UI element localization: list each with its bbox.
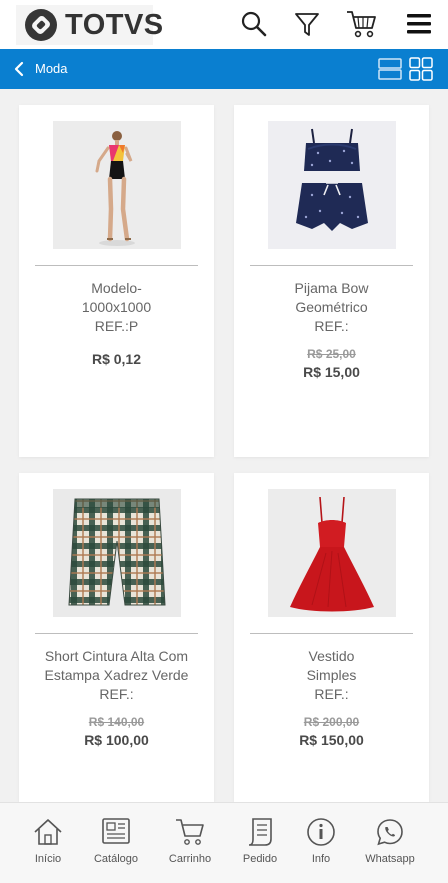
- logo-text: TOTVS: [65, 8, 164, 41]
- filter-icon[interactable]: [290, 7, 324, 41]
- product-name-line: Modelo-: [91, 280, 142, 296]
- product-price: R$ 150,00: [299, 732, 364, 748]
- product-name-line: Short Cintura Alta Com: [44, 648, 189, 664]
- product-name-line: Estampa Xadrez Verde: [44, 667, 189, 683]
- product-name-line: Vestido: [308, 648, 355, 664]
- product-price: R$ 100,00: [84, 732, 149, 748]
- card-divider: [250, 265, 413, 266]
- grid-view-icon[interactable]: [409, 57, 433, 81]
- home-icon: [34, 819, 62, 845]
- tab-info[interactable]: Info: [284, 817, 358, 873]
- product-name[interactable]: Vestido Simples REF.:: [244, 647, 419, 704]
- totvs-logo[interactable]: TOTVS: [16, 5, 163, 45]
- product-image-plaid-shorts[interactable]: [53, 489, 181, 617]
- product-card[interactable]: Short Cintura Alta Com Estampa Xadrez Ve…: [19, 473, 214, 802]
- product-image-pajama[interactable]: [268, 121, 396, 249]
- product-card[interactable]: Pijama Bow Geométrico REF.: R$ 25,00 R$ …: [234, 105, 429, 457]
- product-card[interactable]: Modelo- 1000x1000 REF.:P R$ 0,12: [19, 105, 214, 457]
- menu-icon[interactable]: [402, 7, 436, 41]
- tab-label: Pedido: [242, 853, 278, 865]
- tab-label: Início: [34, 853, 62, 865]
- tab-catalogo[interactable]: Catálogo: [79, 817, 153, 873]
- product-ref: REF.:: [314, 686, 349, 702]
- category-title: Moda: [35, 61, 68, 76]
- tab-label: Info: [311, 853, 331, 865]
- product-price: R$ 15,00: [303, 364, 360, 380]
- tab-label: Carrinho: [168, 853, 212, 865]
- catalog-icon: [102, 818, 130, 844]
- product-old-price: R$ 200,00: [303, 715, 360, 729]
- order-icon: [248, 818, 272, 846]
- search-icon[interactable]: [237, 7, 271, 41]
- category-bar: Moda: [0, 49, 448, 89]
- card-divider: [250, 633, 413, 634]
- product-ref: REF.:P: [94, 318, 139, 334]
- whatsapp-icon: [377, 819, 403, 846]
- product-card[interactable]: Vestido Simples REF.: R$ 200,00 R$ 150,0…: [234, 473, 429, 802]
- list-view-icon[interactable]: [378, 57, 402, 81]
- tab-whatsapp[interactable]: Whatsapp: [353, 817, 427, 873]
- product-name-line: Simples: [306, 667, 357, 683]
- tab-label: Whatsapp: [365, 853, 415, 865]
- info-icon: [307, 818, 335, 846]
- product-name[interactable]: Modelo- 1000x1000 REF.:P: [29, 279, 204, 336]
- product-price: R$ 0,12: [91, 351, 142, 367]
- product-ref: REF.:: [99, 686, 134, 702]
- totvs-logo-mark: [24, 8, 58, 42]
- tab-inicio[interactable]: Início: [11, 817, 85, 873]
- card-divider: [35, 265, 198, 266]
- back-arrow-icon[interactable]: [9, 59, 29, 79]
- product-old-price: R$ 25,00: [307, 347, 356, 361]
- card-divider: [35, 633, 198, 634]
- product-name-line: 1000x1000: [81, 299, 152, 315]
- tab-carrinho[interactable]: Carrinho: [153, 817, 227, 873]
- tab-label: Catálogo: [93, 853, 139, 865]
- cart-icon: [176, 819, 204, 845]
- product-name-line: Geométrico: [295, 299, 368, 315]
- product-name[interactable]: Short Cintura Alta Com Estampa Xadrez Ve…: [29, 647, 204, 704]
- product-image-red-dress[interactable]: [268, 489, 396, 617]
- cart-icon[interactable]: [345, 7, 379, 41]
- product-ref: REF.:: [314, 318, 349, 334]
- bottom-navigation: Início Catálogo Carrinho Pedido Info Wha…: [0, 802, 448, 883]
- product-image-swimsuit[interactable]: [53, 121, 181, 249]
- product-name[interactable]: Pijama Bow Geométrico REF.:: [244, 279, 419, 336]
- product-old-price: R$ 140,00: [88, 715, 145, 729]
- top-header: TOTVS: [0, 0, 448, 49]
- product-name-line: Pijama Bow: [294, 280, 369, 296]
